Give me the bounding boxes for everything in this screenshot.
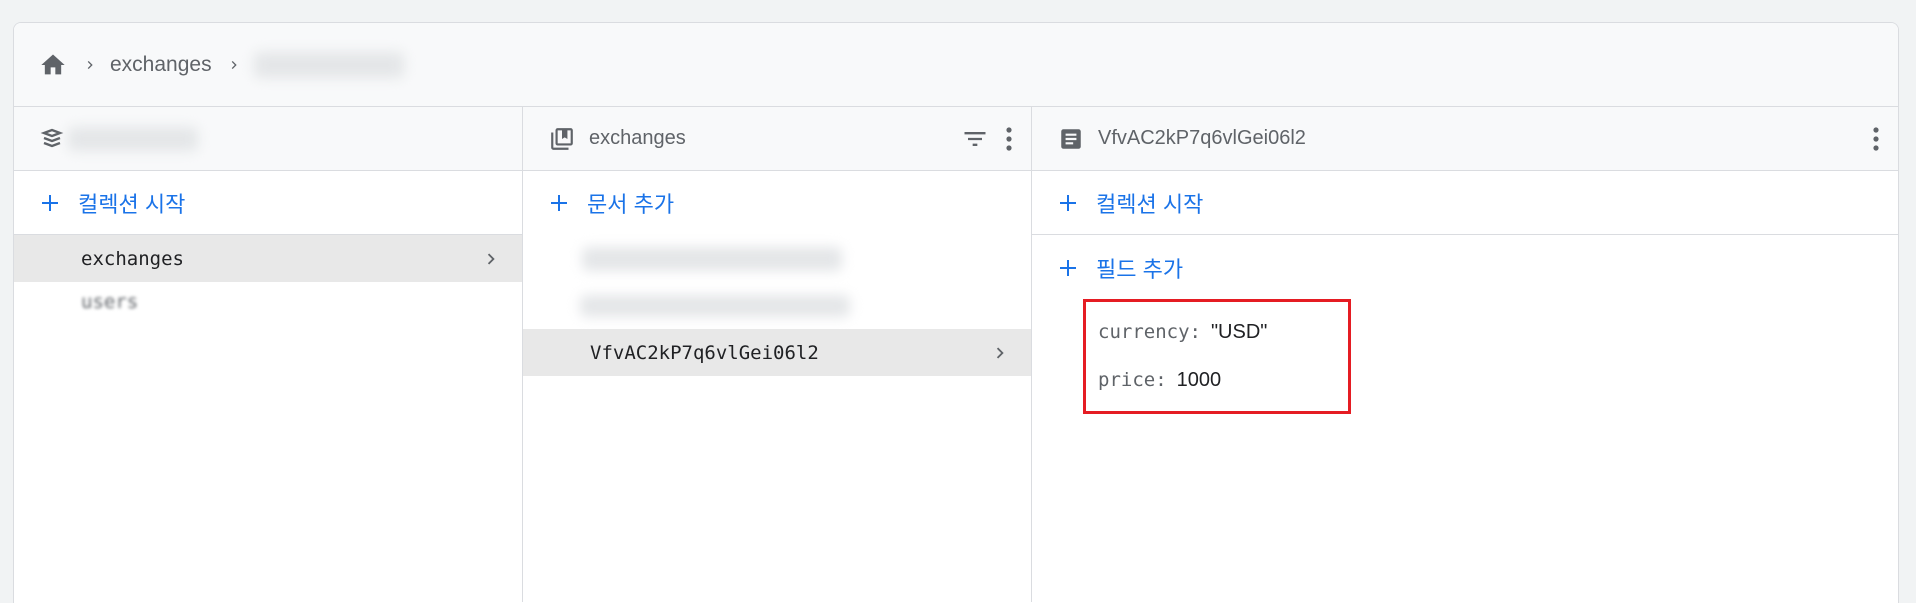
field-value: "USD" xyxy=(1210,321,1268,343)
collection-item-label: users xyxy=(81,291,139,313)
panel-collection: exchanges 문서 추가 VfvAC2kP7q6vlGei06l2 xyxy=(523,107,1032,602)
add-field-label: 필드 추가 xyxy=(1096,257,1184,282)
database-icon xyxy=(40,127,64,151)
breadcrumb: exchanges xyxy=(14,23,1898,107)
panel-document: VfvAC2kP7q6vlGei06l2 컬렉션 시작 필드 추가 curren… xyxy=(1032,107,1898,602)
panel-collection-actions xyxy=(961,107,1013,171)
chevron-right-icon xyxy=(480,248,502,275)
document-icon xyxy=(1058,126,1084,152)
document-id-redacted xyxy=(580,294,850,317)
panel-document-actions xyxy=(1872,107,1880,171)
home-icon[interactable] xyxy=(38,51,68,79)
add-document-button[interactable]: 문서 추가 xyxy=(523,171,1031,235)
plus-icon xyxy=(1056,191,1080,215)
add-field-button[interactable]: 필드 추가 xyxy=(1032,235,1898,301)
start-collection-button[interactable]: 컬렉션 시작 xyxy=(14,171,522,235)
document-id-redacted xyxy=(582,246,842,271)
document-item-redacted-2[interactable] xyxy=(523,282,1031,329)
field-row-currency[interactable]: currency: "USD" xyxy=(1098,321,1267,344)
project-name-redacted xyxy=(68,126,198,151)
document-item-label: VfvAC2kP7q6vlGei06l2 xyxy=(590,341,819,364)
chevron-right-icon xyxy=(226,57,242,73)
start-collection-label: 컬렉션 시작 xyxy=(78,191,186,217)
field-key: currency: xyxy=(1098,321,1201,343)
panel-document-title: VfvAC2kP7q6vlGei06l2 xyxy=(1098,127,1306,149)
panel-collection-header: exchanges xyxy=(523,107,1031,171)
highlight-box xyxy=(1083,299,1351,414)
start-subcollection-label: 컬렉션 시작 xyxy=(1096,191,1204,217)
panel-root-header xyxy=(14,107,522,171)
plus-icon xyxy=(38,191,62,215)
panel-root: 컬렉션 시작 exchanges users xyxy=(14,107,523,602)
plus-icon xyxy=(547,191,571,215)
collection-item-exchanges[interactable]: exchanges xyxy=(14,235,522,282)
collection-icon xyxy=(549,126,575,152)
start-subcollection-button[interactable]: 컬렉션 시작 xyxy=(1032,171,1898,235)
collection-item-label: exchanges xyxy=(81,247,184,270)
field-key: price: xyxy=(1098,369,1167,391)
chevron-right-icon xyxy=(82,57,98,73)
add-document-label: 문서 추가 xyxy=(587,192,675,217)
chevron-right-icon xyxy=(989,342,1011,369)
plus-icon xyxy=(1056,256,1080,280)
more-vert-icon[interactable] xyxy=(1005,125,1013,153)
document-item-redacted-1[interactable] xyxy=(523,235,1031,282)
panel-collection-title: exchanges xyxy=(589,127,686,149)
collection-item-users[interactable]: users xyxy=(14,282,522,322)
breadcrumb-item-exchanges[interactable]: exchanges xyxy=(110,53,212,77)
field-row-price[interactable]: price: 1000 xyxy=(1098,369,1221,392)
firestore-data-viewer: exchanges 컬렉션 시작 exchanges users exchang… xyxy=(13,22,1899,603)
field-value: 1000 xyxy=(1176,369,1222,391)
panel-document-header: VfvAC2kP7q6vlGei06l2 xyxy=(1032,107,1898,171)
breadcrumb-item-redacted[interactable] xyxy=(253,51,404,78)
filter-icon[interactable] xyxy=(961,125,989,153)
more-vert-icon[interactable] xyxy=(1872,125,1880,153)
document-item-selected[interactable]: VfvAC2kP7q6vlGei06l2 xyxy=(523,329,1031,376)
